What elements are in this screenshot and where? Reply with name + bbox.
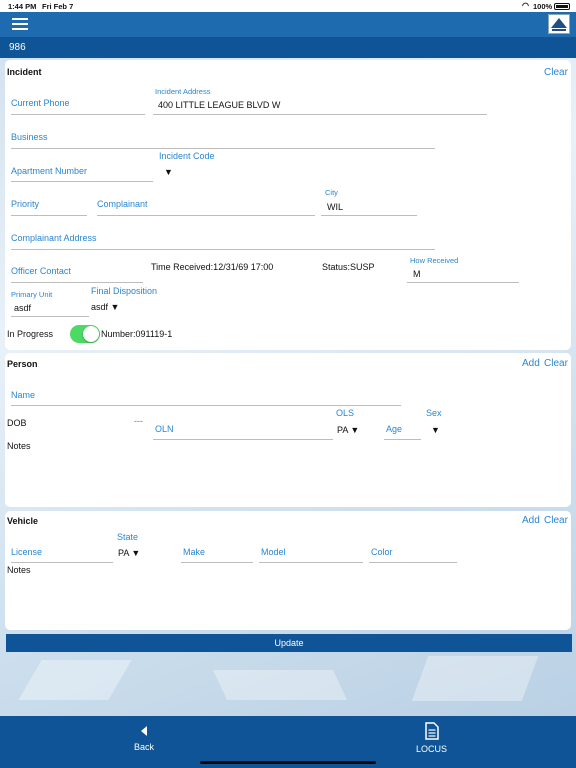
complainant-underline bbox=[97, 215, 315, 216]
incident-address-input[interactable]: 400 LITTLE LEAGUE BLVD W bbox=[158, 100, 280, 110]
section-title-incident: Incident bbox=[7, 67, 42, 77]
battery-icon bbox=[554, 3, 570, 10]
background-shape bbox=[213, 670, 347, 700]
person-section: Person Add Clear Name DOB --- OLN OLS PA… bbox=[5, 353, 571, 507]
incident-address-underline bbox=[153, 114, 487, 115]
age-underline bbox=[384, 439, 421, 440]
license-underline bbox=[11, 562, 113, 563]
oln-underline bbox=[153, 439, 333, 440]
priority-input[interactable]: Priority bbox=[11, 199, 39, 209]
person-notes-input[interactable] bbox=[7, 453, 567, 501]
status-time: 1:44 PM bbox=[8, 2, 37, 11]
back-label: Back bbox=[134, 742, 155, 752]
business-underline bbox=[11, 148, 435, 149]
incident-status: Status:SUSP bbox=[322, 262, 375, 272]
city-underline bbox=[321, 215, 417, 216]
status-date: Fri Feb 7 bbox=[42, 2, 74, 11]
color-input[interactable]: Color bbox=[371, 547, 393, 557]
background-shape bbox=[18, 660, 132, 700]
vehicle-section: Vehicle Add Clear License State PA ▼ Mak… bbox=[5, 511, 571, 630]
ols-dropdown[interactable]: PA ▼ bbox=[337, 425, 359, 435]
person-clear-button[interactable]: Clear bbox=[544, 358, 568, 369]
license-input[interactable]: License bbox=[11, 547, 42, 557]
final-disposition-dropdown[interactable]: asdf ▼ bbox=[91, 302, 119, 312]
name-underline bbox=[11, 405, 401, 406]
oln-input[interactable]: OLN bbox=[155, 424, 174, 434]
make-input[interactable]: Make bbox=[183, 547, 205, 557]
city-label: City bbox=[325, 188, 338, 197]
incident-address-label: Incident Address bbox=[155, 87, 211, 96]
current-phone-underline bbox=[11, 114, 145, 115]
complainant-address-underline bbox=[11, 249, 435, 250]
state-label: State bbox=[117, 532, 139, 542]
officer-contact-underline bbox=[11, 282, 143, 283]
section-title-person: Person bbox=[7, 359, 38, 369]
section-title-vehicle: Vehicle bbox=[7, 516, 39, 526]
document-icon bbox=[425, 722, 439, 740]
dob-label: DOB bbox=[7, 418, 27, 428]
dob-input[interactable]: --- bbox=[134, 416, 143, 426]
primary-unit-input[interactable]: asdf bbox=[14, 303, 31, 313]
sex-dropdown[interactable]: ▼ bbox=[431, 425, 440, 435]
apartment-number-underline bbox=[11, 181, 153, 182]
priority-underline bbox=[11, 215, 87, 216]
locus-label: LOCUS bbox=[416, 744, 448, 754]
model-input[interactable]: Model bbox=[261, 547, 286, 557]
back-arrow-icon bbox=[141, 726, 147, 736]
business-input[interactable]: Business bbox=[11, 132, 48, 142]
incident-section: Incident Clear Current Phone Incident Ad… bbox=[5, 60, 571, 350]
home-indicator bbox=[200, 761, 376, 764]
background-shape bbox=[411, 656, 539, 701]
locus-button[interactable]: LOCUS bbox=[406, 720, 458, 762]
person-add-button[interactable]: Add bbox=[522, 358, 540, 369]
vehicle-notes-label: Notes bbox=[7, 565, 31, 575]
name-input[interactable]: Name bbox=[11, 390, 35, 400]
primary-unit-underline bbox=[11, 316, 89, 317]
back-button[interactable]: Back bbox=[118, 722, 170, 762]
how-received-input[interactable]: M bbox=[413, 269, 421, 279]
vehicle-add-button[interactable]: Add bbox=[522, 515, 540, 526]
hamburger-menu-icon[interactable] bbox=[12, 17, 28, 31]
primary-unit-label: Primary Unit bbox=[11, 290, 53, 299]
city-input[interactable]: WIL bbox=[327, 202, 343, 212]
battery-percent: 100% bbox=[533, 2, 553, 11]
apartment-number-input[interactable]: Apartment Number bbox=[11, 166, 87, 176]
sex-label: Sex bbox=[426, 408, 442, 418]
age-input[interactable]: Age bbox=[386, 424, 402, 434]
make-underline bbox=[181, 562, 253, 563]
incident-number: Number:091119-1 bbox=[101, 329, 173, 339]
state-dropdown[interactable]: PA ▼ bbox=[118, 548, 140, 558]
bottom-nav-bar: Back LOCUS bbox=[0, 716, 576, 768]
wifi-icon: ◠ bbox=[522, 1, 529, 10]
time-received: Time Received:12/31/69 17:00 bbox=[151, 262, 274, 272]
how-received-underline bbox=[407, 282, 519, 283]
incident-code-dropdown[interactable]: ▼ bbox=[164, 167, 173, 177]
incident-code-label: Incident Code bbox=[159, 151, 215, 161]
color-underline bbox=[369, 562, 457, 563]
current-phone-input[interactable]: Current Phone bbox=[11, 98, 70, 108]
model-underline bbox=[259, 562, 363, 563]
complainant-input[interactable]: Complainant bbox=[97, 199, 148, 209]
in-progress-label: In Progress bbox=[7, 329, 54, 339]
record-id-bar: 986 bbox=[0, 37, 576, 58]
vehicle-clear-button[interactable]: Clear bbox=[544, 515, 568, 526]
status-bar: 1:44 PM Fri Feb 7 ◠ 100% bbox=[0, 0, 576, 12]
in-progress-toggle[interactable] bbox=[70, 325, 100, 343]
ols-label: OLS bbox=[336, 408, 355, 418]
incident-clear-button[interactable]: Clear bbox=[544, 67, 568, 78]
final-disposition-label: Final Disposition bbox=[91, 286, 158, 296]
top-nav-bar bbox=[0, 12, 576, 37]
vehicle-notes-input[interactable] bbox=[7, 577, 567, 625]
person-notes-label: Notes bbox=[7, 441, 31, 451]
complainant-address-input[interactable]: Complainant Address bbox=[11, 233, 97, 243]
officer-contact-input[interactable]: Officer Contact bbox=[11, 266, 71, 276]
app-logo-icon bbox=[548, 14, 570, 34]
update-button[interactable]: Update bbox=[6, 634, 572, 652]
record-id: 986 bbox=[9, 42, 26, 53]
how-received-label: How Received bbox=[410, 256, 459, 265]
